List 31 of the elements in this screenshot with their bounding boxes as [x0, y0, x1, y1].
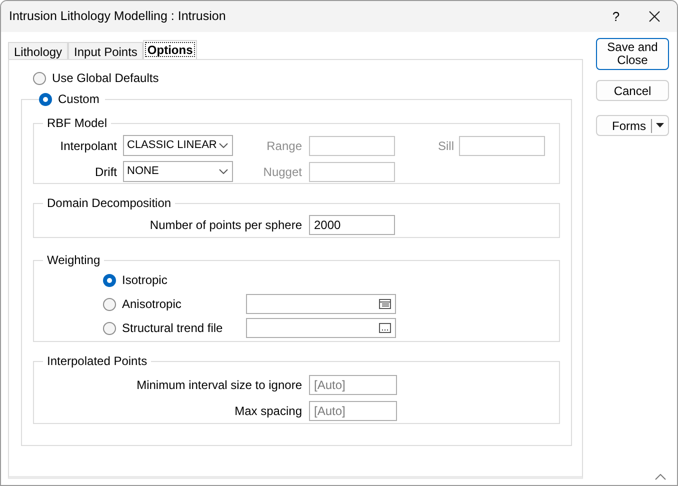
field-label: Nugget	[262, 164, 302, 180]
tab[interactable]: Lithology	[8, 42, 68, 59]
radio-label: Use Global Defaults	[52, 70, 159, 87]
window-title: Intrusion Lithology Modelling : Intrusion	[9, 8, 227, 26]
input-field[interactable]: [Auto]	[309, 401, 397, 421]
radio-label: Structural trend file	[122, 320, 223, 337]
group-title: Domain Decomposition	[46, 195, 172, 212]
radio-label: Isotropic	[122, 272, 168, 289]
dropdown[interactable]: CLASSIC LINEAR	[123, 135, 233, 156]
help-button[interactable]: ?	[601, 6, 631, 26]
field-label: Max spacing	[234, 403, 302, 420]
save-button[interactable]: Save and Close	[596, 38, 669, 70]
dropdown[interactable]: NONE	[123, 161, 233, 182]
input-field[interactable]: 2000	[309, 215, 395, 235]
field-label: Drift	[94, 164, 117, 180]
group-title: RBF Model	[46, 115, 108, 132]
forms-button-label[interactable]: Forms	[597, 116, 651, 134]
cancel-button[interactable]: Cancel	[596, 80, 669, 101]
field-label: Number of points per sphere	[148, 217, 302, 234]
field-label: Sill	[436, 138, 454, 154]
input-field[interactable]: [Auto]	[309, 375, 397, 395]
field-label: Range	[266, 138, 302, 154]
field-label: Minimum interval size to ignore	[136, 377, 302, 394]
group-title: Interpolated Points	[46, 353, 148, 370]
radio-label: Custom	[58, 91, 100, 108]
tab[interactable]: Options	[143, 40, 197, 59]
field-label: Interpolant	[59, 138, 117, 154]
group-title: Weighting	[46, 252, 102, 269]
tab[interactable]: Input Points	[68, 42, 144, 59]
radio-label: Anisotropic	[122, 296, 182, 313]
forms-split-button[interactable]: Forms	[596, 115, 669, 136]
